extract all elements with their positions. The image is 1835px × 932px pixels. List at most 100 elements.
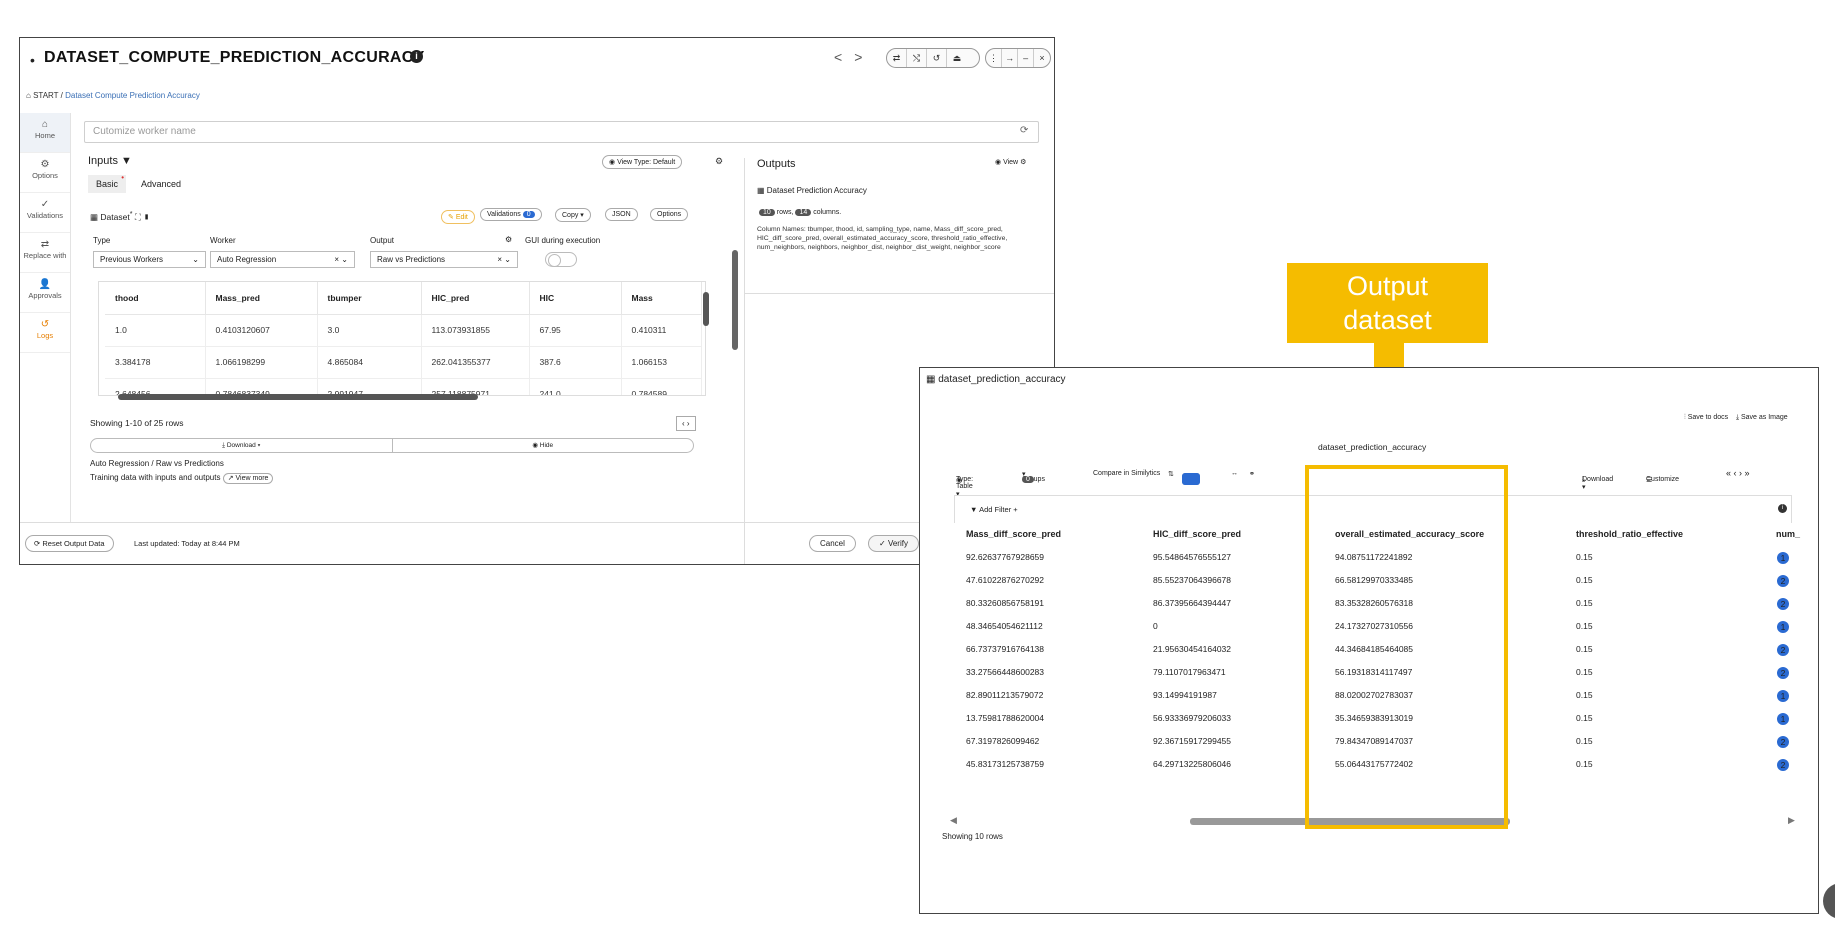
validations-button[interactable]: Validations 0 <box>480 208 542 221</box>
column-header[interactable]: threshold_ratio_effective <box>1576 529 1683 539</box>
worker-select[interactable]: Auto Regression × ⌄ <box>210 251 355 268</box>
add-filter-button[interactable]: ▼ Add Filter + <box>970 505 1018 514</box>
column-header[interactable]: thood <box>105 282 206 315</box>
pagination[interactable]: « ‹ › » <box>1726 468 1750 478</box>
home-icon[interactable]: ⌂ <box>26 91 31 100</box>
gear-icon[interactable]: ⚙ <box>715 156 723 167</box>
output-select[interactable]: Raw vs Predictions × ⌄ <box>370 251 518 268</box>
resize-icon[interactable]: ↔ <box>1231 470 1238 477</box>
toolbar-group-2: ⋮ → – × <box>985 48 1051 68</box>
nav-item-replace[interactable]: ⇄ Replace with <box>20 233 70 273</box>
undo-icon[interactable]: ↺ <box>927 49 947 67</box>
eject-icon[interactable]: ⏏ <box>947 49 967 67</box>
refresh-icon[interactable]: ⟳ <box>1020 125 1028 136</box>
table-row[interactable]: 3.384178 1.066198299 4.865084 262.041355377… <box>105 346 702 379</box>
last-updated: Last updated: Today at 8:44 PM <box>134 539 240 548</box>
sort-icon[interactable]: ⇅ <box>1168 470 1174 478</box>
compare-button[interactable]: Compare in Similytics <box>1093 470 1160 477</box>
minimize-icon[interactable]: – <box>1018 49 1035 67</box>
divider <box>745 293 1054 294</box>
chart-icon[interactable]: ▮ <box>143 212 150 222</box>
worker-name-input[interactable]: Cutomize worker name <box>84 121 1039 143</box>
bullet-icon: • <box>30 52 35 68</box>
options-button[interactable]: Options <box>650 208 689 221</box>
shuffle-icon[interactable]: ⤭ <box>907 49 927 67</box>
reset-output-button[interactable]: ⟳ Reset Output Data <box>25 535 114 552</box>
view-type-button[interactable]: ◉ View Type: Default <box>602 155 683 169</box>
clear-icon[interactable]: × ⌄ <box>497 255 511 264</box>
breadcrumb: ⌂ START / Dataset Compute Prediction Acc… <box>26 91 200 100</box>
gear-icon: ⚙ <box>40 159 50 170</box>
gear-icon[interactable]: ⚙ <box>505 235 512 244</box>
column-header[interactable]: HIC_pred <box>421 282 530 315</box>
nav-item-options[interactable]: ⚙ Options <box>20 153 70 193</box>
table-icon: ▦ <box>757 186 767 195</box>
type-select[interactable]: Previous Workers ⌄ <box>93 251 206 268</box>
json-button[interactable]: JSON <box>605 208 638 221</box>
inputs-title[interactable]: Inputs ▼ <box>88 155 132 167</box>
next-arrow-icon[interactable]: > <box>854 49 874 65</box>
column-header[interactable]: HIC <box>529 282 622 315</box>
grid-vertical-scrollbar[interactable] <box>703 292 709 326</box>
required-marker: • <box>121 173 125 182</box>
copy-button[interactable]: Copy ▾ <box>555 208 591 222</box>
swap-icon[interactable]: ⇄ <box>887 49 907 67</box>
column-names: Column Names: tbumper, thood, id, sampli… <box>757 226 1008 251</box>
breadcrumb-home[interactable]: START <box>33 91 58 100</box>
gui-label: GUI during execution <box>525 236 601 245</box>
prev-arrow-icon[interactable]: < <box>834 49 854 65</box>
pager[interactable]: ‹ › <box>676 416 696 431</box>
more-icon[interactable]: ⋮ <box>986 49 1003 67</box>
user-icon: 👤 <box>38 279 52 290</box>
table-view-icon[interactable] <box>1182 473 1200 485</box>
main-vertical-scrollbar[interactable] <box>732 250 738 350</box>
edit-icon: ✎ <box>448 214 456 221</box>
nav-item-validations[interactable]: ✓ Validations <box>20 193 70 233</box>
nav-item-logs[interactable]: ↺ Logs <box>20 313 70 353</box>
cancel-button[interactable]: Cancel <box>809 535 856 552</box>
edit-button[interactable]: ✎ Edit <box>441 210 475 224</box>
column-header[interactable]: Mass <box>621 282 702 315</box>
title-bar: • DATASET_COMPUTE_PREDICTION_ACCURACY i … <box>20 38 1054 82</box>
nav-item-home[interactable]: ⌂ Home <box>20 113 70 153</box>
nav-arrows[interactable]: <> <box>834 49 874 65</box>
info-icon[interactable]: i <box>410 50 423 63</box>
grid-horizontal-scrollbar[interactable] <box>118 394 478 400</box>
tab-advanced[interactable]: Advanced <box>141 179 181 189</box>
output-dataset-link[interactable]: ▦ Dataset Prediction Accuracy <box>757 186 867 195</box>
clear-icon[interactable]: × ⌄ <box>334 255 348 264</box>
gui-toggle[interactable] <box>545 252 577 267</box>
save-as-image-link[interactable]: ⤓ Save as Image <box>1736 414 1788 421</box>
column-header[interactable]: num_ <box>1776 529 1800 539</box>
output-dataset-callout: Output dataset <box>1287 263 1488 343</box>
training-caption: Training data with inputs and outputs ↗ … <box>90 473 274 484</box>
tab-basic[interactable]: Basic • <box>88 173 127 195</box>
column-header[interactable]: Mass_diff_score_pred <box>966 529 1061 539</box>
view-more-button[interactable]: ↗ View more <box>222 473 274 484</box>
download-button[interactable]: ⤓ Download ▾ <box>91 439 393 452</box>
verify-button[interactable]: ✓ Verify <box>868 535 919 552</box>
scroll-left-icon[interactable]: ◀ <box>950 815 957 826</box>
footer: ⟳ Reset Output Data Last updated: Today … <box>20 522 1054 564</box>
table-row[interactable]: 1.0 0.4103120607 3.0 113.073931855 67.95 0.41… <box>105 314 702 347</box>
hide-button[interactable]: ◉ Hide <box>393 439 694 452</box>
close-icon[interactable]: × <box>1034 49 1050 67</box>
check-icon: ✓ <box>40 199 50 210</box>
expand-icon[interactable]: ⛶ <box>135 212 143 222</box>
info-icon[interactable]: i <box>1778 504 1787 513</box>
column-header[interactable]: HIC_diff_score_pred <box>1153 529 1241 539</box>
nav-item-approvals[interactable]: 👤 Approvals <box>20 273 70 313</box>
column-header[interactable]: Mass_pred <box>205 282 318 315</box>
callout-line1: Output <box>1346 271 1429 301</box>
rows-count: Showing 10 rows <box>942 832 1003 841</box>
scroll-right-icon[interactable]: ▶ <box>1788 815 1795 826</box>
groups-button[interactable]: Groups 0 ▾ <box>1022 470 1045 483</box>
column-header[interactable]: tbumper <box>317 282 422 315</box>
forward-icon[interactable]: → <box>1002 49 1019 67</box>
save-links: ⫶ Save to docs ⤓ Save as Image <box>1684 414 1788 422</box>
gear-icon[interactable]: ⚙ <box>1020 159 1026 166</box>
save-to-docs-link[interactable]: ⫶ Save to docs <box>1684 414 1728 421</box>
link-icon[interactable]: ⚭ <box>1249 470 1255 478</box>
breadcrumb-current[interactable]: Dataset Compute Prediction Accuracy <box>65 91 200 100</box>
view-button[interactable]: ◉ View ⚙ <box>995 158 1026 166</box>
